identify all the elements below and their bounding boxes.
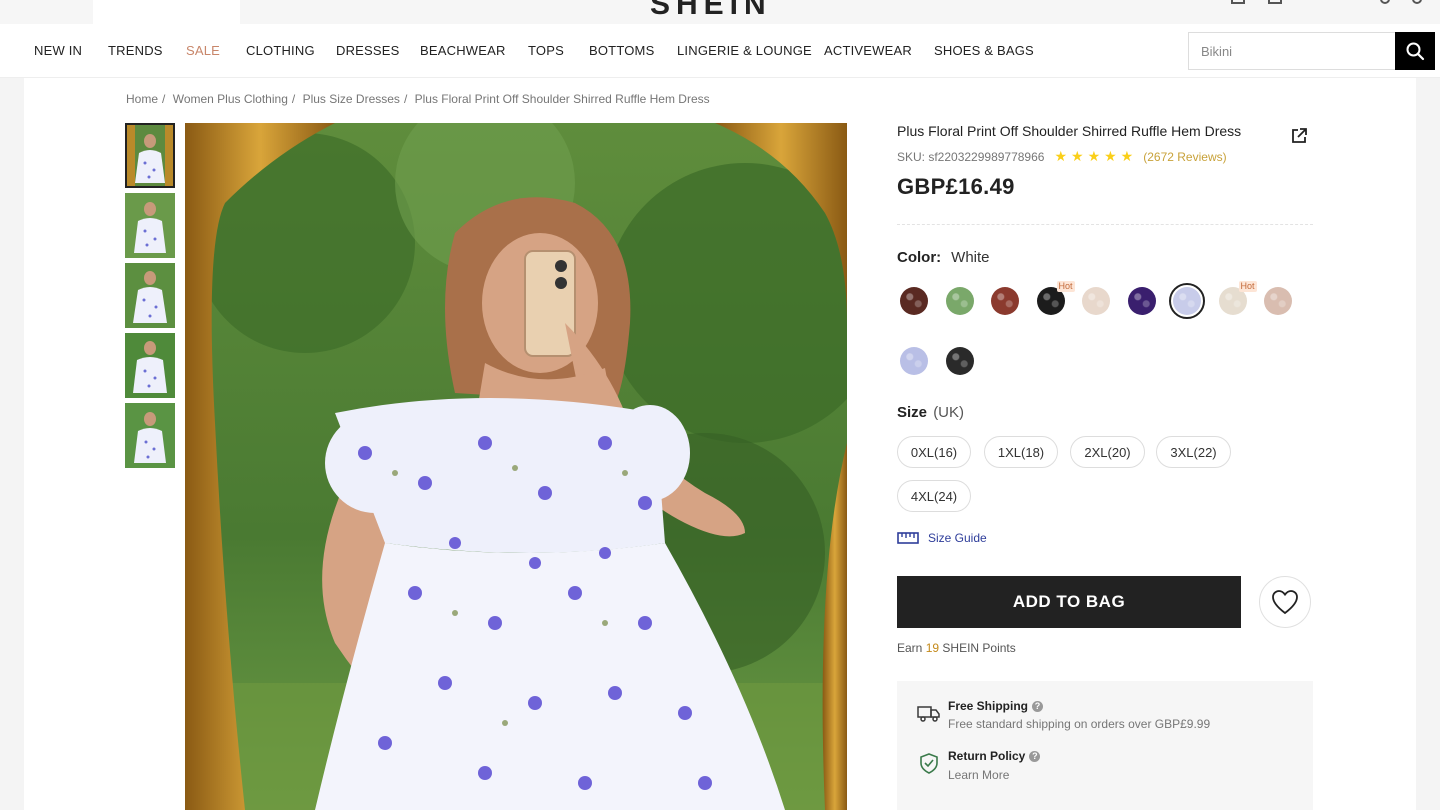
color-swatch-3[interactable] xyxy=(991,287,1019,315)
breadcrumb-separator: / xyxy=(162,92,166,106)
return-learn-more-link[interactable]: Learn More xyxy=(948,768,1009,782)
product-title: Plus Floral Print Off Shoulder Shirred R… xyxy=(897,123,1242,139)
nav-sale[interactable]: SALE xyxy=(186,43,220,58)
size-option-0xl[interactable]: 0XL(16) xyxy=(897,436,971,468)
account-icon[interactable] xyxy=(1231,0,1245,4)
breadcrumb-separator: / xyxy=(403,92,408,106)
share-icon[interactable] xyxy=(1290,127,1308,145)
divider xyxy=(897,224,1313,225)
points-suffix: SHEIN Points xyxy=(942,641,1016,655)
thumbnail-1[interactable] xyxy=(125,123,175,188)
help-icon[interactable]: ? xyxy=(1032,700,1044,712)
wishlist-button[interactable] xyxy=(1259,576,1311,628)
nav-dresses[interactable]: DRESSES xyxy=(336,43,400,58)
nav-clothing[interactable]: CLOTHING xyxy=(246,43,315,58)
nav-bottoms[interactable]: BOTTOMS xyxy=(589,43,654,58)
thumbnail-5[interactable] xyxy=(125,403,175,468)
thumbnail-3[interactable] xyxy=(125,263,175,328)
shipping-info-box: Free Shipping? Free standard shipping on… xyxy=(897,681,1313,810)
color-label: Color: White xyxy=(897,249,990,266)
free-shipping-sub: Free standard shipping on orders over GB… xyxy=(948,717,1211,731)
shein-logo[interactable]: SHEIN xyxy=(650,0,772,22)
size-label-text: Size xyxy=(897,404,928,421)
search-icon xyxy=(1406,42,1425,61)
size-option-1xl[interactable]: 1XL(18) xyxy=(984,436,1058,468)
color-swatch-6[interactable] xyxy=(1127,287,1156,315)
color-swatch-2[interactable] xyxy=(945,287,974,315)
breadcrumb: Home / Women Plus Clothing / Plus Size Dre… xyxy=(126,92,714,106)
thumbnail-4[interactable] xyxy=(125,333,175,398)
reviews-link[interactable]: (2672 Reviews) xyxy=(1143,150,1226,164)
sku-text: SKU: sf2203229989778966 xyxy=(897,149,1045,164)
size-option-2xl[interactable]: 2XL(20) xyxy=(1070,436,1145,468)
ruler-icon xyxy=(897,532,919,544)
color-swatch-10[interactable] xyxy=(900,347,928,375)
return-policy-title: Return Policy? xyxy=(948,749,1041,763)
points-prefix: Earn xyxy=(897,641,923,655)
truck-icon xyxy=(917,706,940,722)
free-shipping-label: Free Shipping xyxy=(948,699,1029,713)
bag-icon[interactable] xyxy=(1380,0,1390,4)
nav-beachwear[interactable]: BEACHWEAR xyxy=(420,43,506,58)
globe-icon[interactable] xyxy=(1412,0,1422,4)
right-gutter xyxy=(1416,78,1440,810)
breadcrumb-home[interactable]: Home xyxy=(126,92,158,106)
breadcrumb-women-plus[interactable]: Women Plus Clothing xyxy=(173,92,288,106)
size-option-3xl[interactable]: 3XL(22) xyxy=(1156,436,1231,468)
free-shipping-title: Free Shipping? xyxy=(948,699,1044,713)
color-swatch-5[interactable] xyxy=(1082,287,1110,315)
nav-lingerie-lounge[interactable]: LINGERIE & LOUNGE xyxy=(677,43,812,58)
thumbnail-list xyxy=(125,123,175,473)
size-label: Size (UK) xyxy=(897,404,964,421)
size-unit: (UK) xyxy=(933,404,965,421)
help-icon[interactable]: ? xyxy=(1029,750,1041,762)
color-value: White xyxy=(951,249,990,266)
sku-row: SKU: sf2203229989778966 ★★★★★ (2672 Revi… xyxy=(897,148,1227,165)
color-swatch-1[interactable] xyxy=(900,287,928,315)
heart-icon xyxy=(1272,590,1298,615)
search-button[interactable] xyxy=(1395,32,1435,70)
nav-shoes-bags[interactable]: SHOES & BAGS xyxy=(934,43,1034,58)
main-product-image[interactable] xyxy=(185,123,847,810)
color-swatch-11[interactable] xyxy=(945,347,974,375)
rating-stars: ★★★★★ xyxy=(1054,148,1138,164)
add-to-bag-button[interactable]: ADD TO BAG xyxy=(897,576,1241,628)
color-swatch-9[interactable] xyxy=(1264,287,1292,315)
color-swatch-7[interactable] xyxy=(1173,287,1201,315)
wishlist-icon[interactable] xyxy=(1268,0,1282,4)
nav-trends[interactable]: TRENDS xyxy=(108,43,163,58)
main-nav: NEW IN TRENDS SALE CLOTHING DRESSES BEAC… xyxy=(0,24,1440,78)
hot-badge: Hot xyxy=(1238,281,1257,292)
search-box xyxy=(1188,32,1396,70)
points-text: Earn 19 SHEIN Points xyxy=(897,641,1016,655)
hot-badge: Hot xyxy=(1056,281,1075,292)
size-guide-label: Size Guide xyxy=(928,531,987,545)
browser-tab[interactable] xyxy=(93,0,240,24)
left-gutter xyxy=(0,78,24,810)
breadcrumb-separator: / xyxy=(291,92,296,106)
nav-new-in[interactable]: NEW IN xyxy=(34,43,82,58)
shield-check-icon xyxy=(920,753,938,774)
nav-tops[interactable]: TOPS xyxy=(528,43,564,58)
top-bar: SHEIN xyxy=(0,0,1440,24)
return-policy-label: Return Policy xyxy=(948,749,1026,763)
points-value: 19 xyxy=(925,641,940,655)
breadcrumb-plus-dresses[interactable]: Plus Size Dresses xyxy=(303,92,400,106)
nav-activewear[interactable]: ACTIVEWEAR xyxy=(824,43,912,58)
size-guide-link[interactable]: Size Guide xyxy=(897,531,987,545)
breadcrumb-current: Plus Floral Print Off Shoulder Shirred R… xyxy=(414,92,710,106)
size-option-4xl[interactable]: 4XL(24) xyxy=(897,480,971,512)
product-price: GBP£16.49 xyxy=(897,174,1015,199)
thumbnail-2[interactable] xyxy=(125,193,175,258)
color-label-text: Color: xyxy=(897,249,942,266)
search-input[interactable] xyxy=(1189,33,1395,69)
